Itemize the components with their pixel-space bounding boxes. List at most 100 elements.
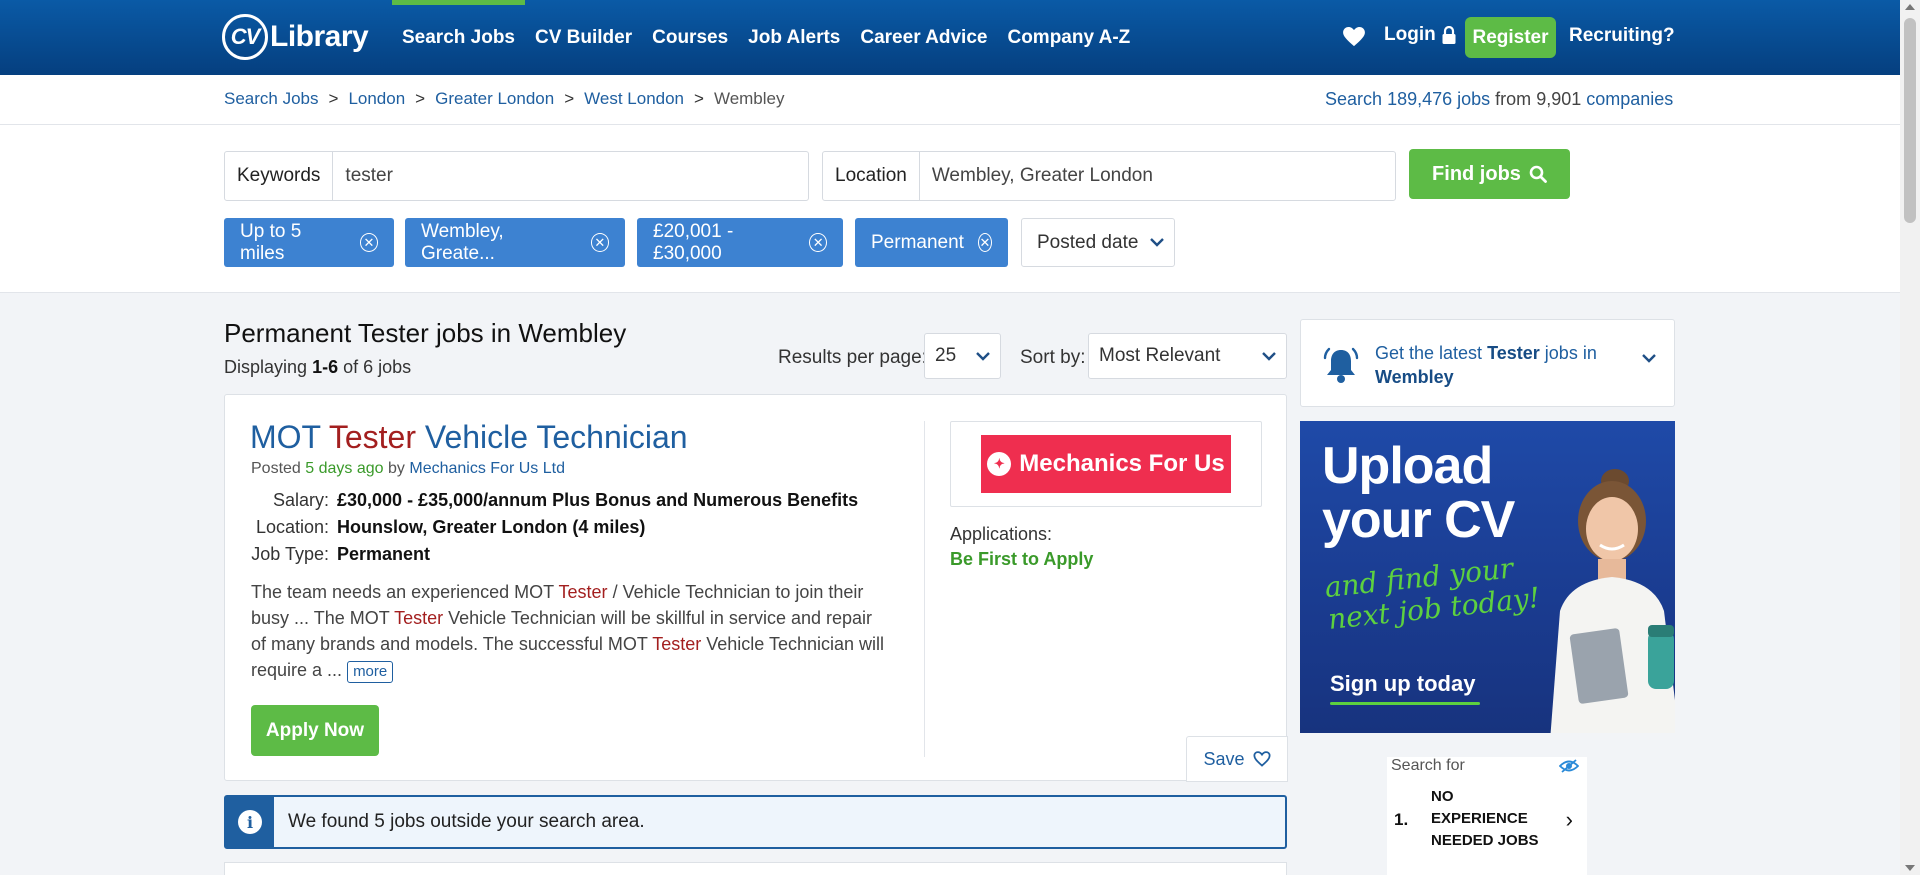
alert-location: Wembley [1375, 367, 1454, 387]
location-value: Hounslow, Greater London (4 miles) [337, 517, 646, 537]
job-type-row: Job Type: Permanent [251, 541, 858, 568]
nav-job-alerts[interactable]: Job Alerts [738, 0, 850, 75]
job-title-pre: MOT [250, 419, 321, 455]
breadcrumb-separator: > [694, 89, 704, 108]
location-field: Location [822, 151, 1396, 201]
job-title-keyword: Tester [328, 419, 416, 455]
breadcrumb-greater-london[interactable]: Greater London [435, 89, 554, 109]
search-for-widget: Search for 1. NO EXPERIENCE NEEDED JOBS … [1387, 757, 1587, 875]
company-link[interactable]: Mechanics For Us Ltd [409, 460, 565, 477]
save-button[interactable]: Save [1186, 736, 1288, 782]
ad-sign-up-link[interactable]: Sign up today [1330, 671, 1475, 697]
breadcrumb-london[interactable]: London [348, 89, 405, 109]
scroll-up-arrow[interactable] [1905, 4, 1915, 10]
posted-label: Posted [251, 460, 301, 477]
search-for-label: Search for [1391, 757, 1465, 774]
close-icon[interactable]: ✕ [590, 233, 609, 252]
filter-chip-job-type[interactable]: Permanent ✕ [855, 218, 1008, 267]
apply-now-button[interactable]: Apply Now [251, 705, 379, 756]
results-range: 1-6 [312, 357, 339, 377]
chevron-right-icon[interactable]: › [1566, 807, 1573, 833]
alert-text: Get the latest [1375, 343, 1483, 363]
results-title: Permanent Tester jobs in Wembley [224, 318, 627, 348]
save-label: Save [1203, 748, 1245, 769]
breadcrumb: Search Jobs > London > Greater London > … [224, 89, 785, 109]
top-header: CV Library Search Jobs CV Builder Course… [0, 0, 1900, 75]
chevron-down-icon [1642, 354, 1656, 363]
close-icon[interactable]: ✕ [977, 233, 992, 252]
sort-by-select[interactable]: Most Relevant [1088, 333, 1287, 379]
filter-chip-salary[interactable]: £20,001 - £30,000 ✕ [637, 218, 843, 267]
breadcrumb-separator: > [415, 89, 426, 108]
stats-jobs-link[interactable]: 189,476 jobs [1387, 89, 1490, 109]
logo-library-text: Library [270, 20, 369, 53]
nav-company-a-z[interactable]: Company A-Z [997, 0, 1140, 75]
nav-search-jobs[interactable]: Search Jobs [392, 0, 525, 75]
job-description: The team needs an experienced MOT Tester… [251, 579, 891, 683]
stats-from: from [1495, 89, 1532, 109]
filter-chip-location[interactable]: Wembley, Greate... ✕ [405, 218, 625, 267]
chevron-down-icon [1262, 351, 1276, 361]
hide-eye-icon[interactable] [1559, 759, 1579, 773]
location-label: Location: [255, 517, 329, 537]
nav-career-advice[interactable]: Career Advice [850, 0, 997, 75]
results-displaying-prefix: Displaying [224, 357, 308, 377]
job-alert-box[interactable]: Get the latest Tester jobs in Wembley [1300, 319, 1675, 407]
applications-value: Be First to Apply [950, 549, 1094, 569]
scroll-down-arrow[interactable] [1905, 865, 1915, 871]
register-button[interactable]: Register [1465, 17, 1556, 58]
filter-chip-label: Permanent [871, 231, 964, 253]
stats-search-prefix[interactable]: Search [1325, 89, 1382, 109]
search-suggestion-link[interactable]: NO EXPERIENCE NEEDED JOBS [1431, 786, 1541, 852]
breadcrumb-separator: > [328, 89, 339, 108]
heart-icon[interactable] [1343, 27, 1365, 47]
next-job-card [224, 862, 1287, 875]
page-scrollbar[interactable] [1900, 0, 1920, 875]
salary-row: Salary: £30,000 - £35,000/annum Plus Bon… [251, 487, 858, 514]
more-button[interactable]: more [347, 661, 394, 683]
nav-courses[interactable]: Courses [642, 0, 738, 75]
nav-cv-builder[interactable]: CV Builder [525, 0, 642, 75]
upload-cv-ad-banner[interactable]: Upload your CV and find your next job to… [1300, 421, 1675, 733]
scrollbar-thumb[interactable] [1904, 18, 1916, 223]
stats-companies-link[interactable]: companies [1586, 89, 1673, 109]
breadcrumb-west-london[interactable]: West London [584, 89, 684, 109]
breadcrumb-current: Wembley [713, 89, 785, 108]
filter-chip-distance[interactable]: Up to 5 miles ✕ [224, 218, 394, 267]
job-title-link[interactable]: MOT Tester Vehicle Technician [250, 419, 688, 456]
results-per-page-value: 25 [935, 345, 957, 366]
location-row: Location: Hounslow, Greater London (4 mi… [251, 514, 858, 541]
search-icon [1529, 165, 1547, 183]
notice-text: We found 5 jobs outside your search area… [288, 811, 645, 832]
posted-date-dropdown[interactable]: Posted date [1021, 218, 1175, 267]
posted-ago: 5 days ago [305, 460, 384, 477]
wrench-icon: ✦ [987, 452, 1012, 476]
job-posted-line: Posted 5 days ago by Mechanics For Us Lt… [251, 460, 565, 478]
find-jobs-button[interactable]: Find jobs [1409, 149, 1570, 199]
chevron-down-icon [976, 351, 990, 361]
ad-underline [1330, 702, 1480, 705]
divider [924, 421, 925, 757]
results-displaying-suffix: of 6 jobs [343, 357, 412, 377]
breadcrumb-search-jobs[interactable]: Search Jobs [224, 89, 319, 109]
cv-library-logo[interactable]: CV Library [222, 12, 369, 62]
location-label: Location [823, 152, 920, 200]
company-logo: ✦ Mechanics For Us [981, 435, 1231, 493]
company-logo-box[interactable]: ✦ Mechanics For Us [950, 421, 1262, 507]
close-icon[interactable]: ✕ [359, 233, 378, 252]
logo-cv-mark: CV [222, 14, 268, 60]
job-type-label: Job Type: [251, 544, 329, 564]
keywords-field: Keywords [224, 151, 809, 201]
location-input[interactable] [919, 152, 1395, 200]
login-link[interactable]: Login [1384, 24, 1456, 46]
sort-by-value: Most Relevant [1099, 345, 1221, 366]
filter-chip-label: £20,001 - £30,000 [653, 220, 734, 264]
keywords-input[interactable] [333, 152, 808, 200]
results-per-page-select[interactable]: 25 [924, 333, 1001, 379]
recruiting-link[interactable]: Recruiting? [1569, 25, 1675, 47]
desc-keyword: Tester [394, 608, 444, 628]
keywords-label: Keywords [225, 152, 334, 200]
close-icon[interactable]: ✕ [809, 233, 827, 252]
job-alert-text: Get the latest Tester jobs in Wembley [1375, 341, 1625, 389]
job-card: MOT Tester Vehicle Technician Posted 5 d… [224, 394, 1288, 782]
